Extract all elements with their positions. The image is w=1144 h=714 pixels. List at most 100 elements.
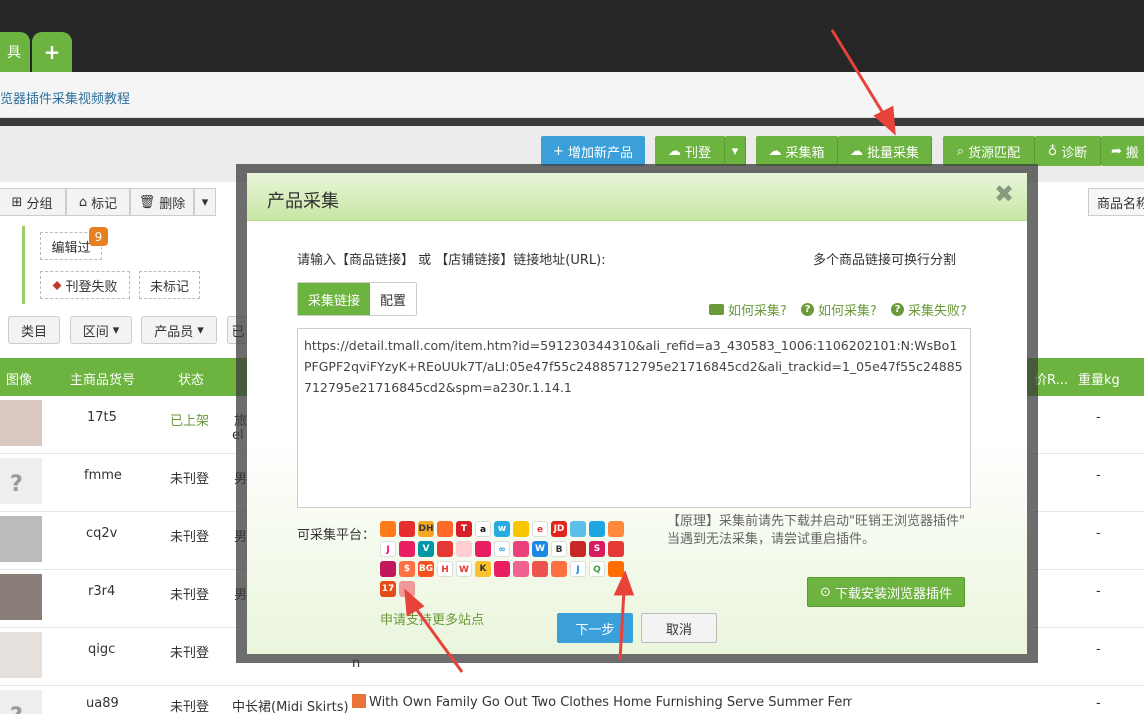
platform-icon	[494, 561, 510, 577]
modal-title: 产品采集	[267, 191, 339, 212]
filter-rule	[22, 266, 25, 304]
caret-down-icon: ▾	[112, 322, 120, 338]
platform-icon: H	[437, 561, 453, 577]
multi-link-hint: 多个商品链接可换行分割	[813, 253, 957, 268]
product-staff-filter[interactable]: 产品员 ▾	[141, 316, 217, 344]
platform-icon: JD	[551, 521, 567, 537]
platform-icon: w	[494, 521, 510, 537]
add-product-button[interactable]: + 增加新产品	[541, 136, 645, 166]
table-row[interactable]: ? ua89 未刊登 中长裙(Midi Skirts) With Own Fam…	[0, 686, 1144, 714]
caret-down-icon: ▾	[731, 143, 739, 159]
platform-icon: Q	[589, 561, 605, 577]
mark-button[interactable]: ⌂ 标记	[66, 188, 130, 216]
platforms-label: 可采集平台：	[297, 528, 376, 543]
video-icon	[709, 304, 724, 315]
header-price: 价R...	[1034, 373, 1068, 388]
link-bar: 览器插件采集视频教程	[0, 72, 1144, 118]
diagnose-button[interactable]: ♁ 诊断	[1035, 136, 1101, 166]
platform-icon	[608, 521, 624, 537]
stethoscope-icon: ♁	[1047, 143, 1058, 159]
move-button[interactable]: ➦ 搬	[1101, 136, 1144, 166]
range-filter[interactable]: 区间 ▾	[70, 316, 132, 344]
platform-icon: S	[589, 541, 605, 557]
platform-icon: DH	[418, 521, 434, 537]
tab-tools[interactable]: 具	[0, 32, 30, 72]
cancel-button[interactable]: 取消	[641, 613, 717, 643]
add-tab-button[interactable]: +	[32, 32, 72, 72]
product-thumbnail	[0, 632, 42, 678]
question-circle-icon: ?	[891, 303, 904, 316]
question-icon: ?	[10, 704, 23, 714]
platform-icon	[589, 521, 605, 537]
cloud-upload-icon: ☁	[667, 143, 681, 159]
platform-icon: W	[456, 561, 472, 577]
video-tutorial-link[interactable]: 览器插件采集视频教程	[0, 88, 130, 107]
platform-icon	[551, 561, 567, 577]
share-icon: ➦	[1111, 143, 1122, 159]
question-icon: ?	[10, 472, 23, 497]
next-button[interactable]: 下一步	[557, 613, 633, 643]
publish-button[interactable]: ☁ 刊登	[655, 136, 725, 166]
search-icon: ⌕	[956, 143, 965, 159]
platform-icon: J	[570, 561, 586, 577]
collect-box-button[interactable]: ☁ 采集箱	[756, 136, 838, 166]
header-status: 状态	[178, 373, 205, 388]
question-circle-icon: ?	[801, 303, 814, 316]
source-match-button[interactable]: ⌕ 货源匹配	[943, 136, 1035, 166]
platform-icon	[352, 694, 366, 708]
platform-icon: T	[456, 521, 472, 537]
top-bar: 具 +	[0, 0, 1144, 72]
close-icon[interactable]: ✖	[993, 182, 1015, 206]
platform-icon: B	[551, 541, 567, 557]
filter-rule	[22, 226, 25, 266]
url-prompt-label: 请输入【商品链接】 或 【店铺链接】链接地址(URL):	[297, 253, 606, 268]
platform-icon	[608, 561, 624, 577]
publish-dropdown-button[interactable]: ▾	[725, 136, 746, 166]
product-thumbnail	[0, 574, 42, 620]
download-plugin-button[interactable]: ⊙ 下载安装浏览器插件	[807, 577, 965, 607]
url-textarea[interactable]: https://detail.tmall.com/item.htm?id=591…	[297, 328, 971, 508]
collect-tabs: 采集链接 配置	[297, 282, 418, 316]
apply-more-sites-link[interactable]: 申请支持更多站点	[380, 609, 484, 628]
trash-icon: 🗑	[138, 194, 156, 210]
platform-icon: V	[418, 541, 434, 557]
plus-icon: +	[553, 143, 564, 159]
platform-icon	[437, 541, 453, 557]
product-name-select[interactable]: 商品名称	[1088, 188, 1144, 216]
platform-icon	[437, 521, 453, 537]
platform-icon: J	[380, 541, 396, 557]
platform-icon	[570, 521, 586, 537]
cloud-download-icon: ☁	[849, 143, 863, 159]
product-thumbnail: ?	[0, 458, 42, 504]
download-circle-icon: ⊙	[820, 584, 831, 600]
header-image: 图像	[6, 373, 33, 388]
platform-icon	[456, 541, 472, 557]
edited-count-badge: 9	[89, 227, 108, 246]
platform-icon: BG	[418, 561, 434, 577]
category-filter[interactable]: 类目	[8, 316, 60, 344]
tag-icon: ⬥	[52, 277, 62, 293]
header-sku: 主商品货号	[70, 373, 136, 388]
group-button[interactable]: ⊞ 分组	[0, 188, 66, 216]
help-how-link[interactable]: ? 如何采集?	[801, 300, 877, 319]
platform-icon: e	[532, 521, 548, 537]
tab-config[interactable]: 配置	[370, 283, 416, 315]
help-fail-link[interactable]: ? 采集失败?	[891, 300, 967, 319]
more-actions-dropdown[interactable]: ▾	[194, 188, 216, 216]
publish-failed-filter[interactable]: ⬥ 刊登失败	[40, 271, 130, 299]
platform-icon	[380, 521, 396, 537]
unmarked-filter[interactable]: 未标记	[139, 271, 200, 299]
platform-icon: K	[475, 561, 491, 577]
platform-icon: 17	[380, 581, 396, 597]
platform-icon	[475, 541, 491, 557]
delete-button[interactable]: 🗑 删除	[130, 188, 194, 216]
principle-note: 【原理】采集前请先下载并启动"旺销王浏览器插件" 当遇到无法采集，请尝试重启插件…	[667, 514, 965, 547]
caret-down-icon: ▾	[201, 194, 209, 210]
platform-icon: $	[399, 561, 415, 577]
help-video-link[interactable]: 如何采集?	[709, 300, 787, 319]
batch-collect-button[interactable]: ☁ 批量采集	[838, 136, 932, 166]
product-collect-modal: 产品采集 ✖ 请输入【商品链接】 或 【店铺链接】链接地址(URL): 多个商品…	[247, 173, 1027, 654]
platform-icon: a	[475, 521, 491, 537]
tab-collect-link[interactable]: 采集链接	[298, 283, 371, 315]
modal-header: 产品采集 ✖	[247, 173, 1027, 221]
